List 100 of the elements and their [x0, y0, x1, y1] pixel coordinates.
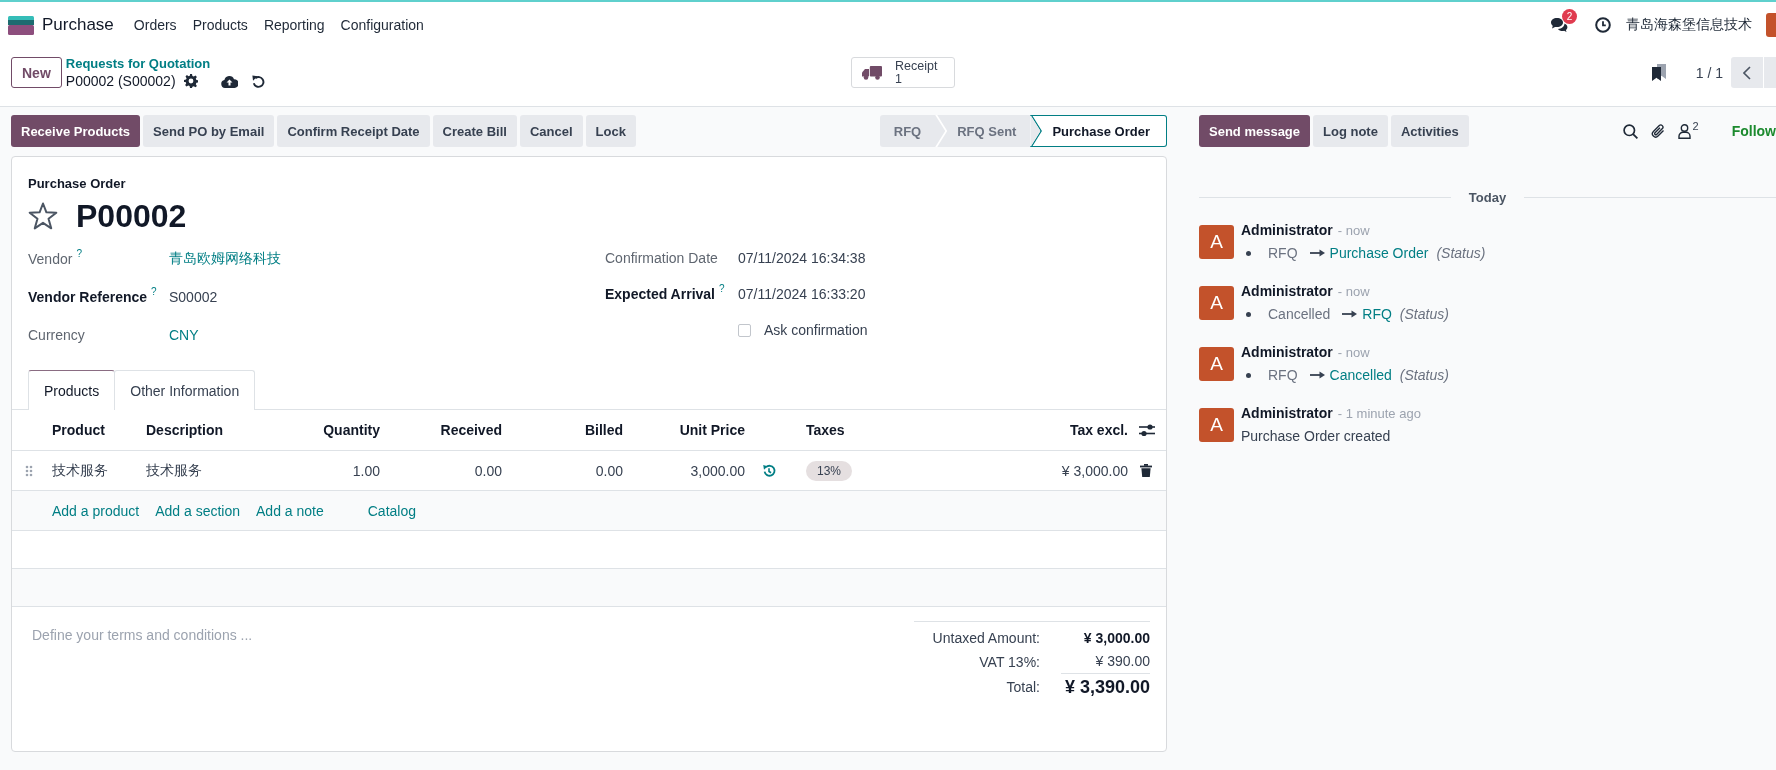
app-name[interactable]: Purchase — [42, 15, 114, 35]
arrow-icon — [1309, 371, 1325, 379]
help-mark[interactable]: ? — [719, 284, 725, 294]
status-stage[interactable]: Purchase Order — [1030, 115, 1167, 147]
status-stage[interactable]: RFQ Sent — [935, 115, 1031, 147]
followers-count[interactable]: 2 — [1692, 120, 1699, 132]
gear-icon[interactable] — [183, 74, 198, 88]
action-button[interactable]: Cancel — [519, 115, 583, 147]
table-cell-text: 1.00 — [351, 462, 380, 479]
bullet-icon — [1246, 311, 1251, 317]
company-name[interactable]: 青岛海森堡信息技术 — [1626, 16, 1752, 34]
action-button[interactable]: Receive Products — [11, 115, 141, 147]
tab[interactable]: Products — [28, 370, 116, 410]
author-avatar[interactable]: A — [1199, 347, 1234, 381]
column-header[interactable]: Received — [380, 422, 502, 438]
menu-item[interactable]: Products — [184, 9, 256, 41]
old-value: Cancelled — [1268, 306, 1331, 322]
checkbox[interactable] — [738, 323, 751, 337]
action-button[interactable]: Confirm Receipt Date — [277, 115, 430, 147]
chatter-button[interactable]: Send message — [1199, 115, 1311, 147]
breadcrumb-link[interactable]: Requests for Quotation — [65, 56, 265, 72]
column-header[interactable]: Quantity — [280, 422, 380, 438]
pager-value[interactable]: 1 / 1 — [1695, 64, 1723, 81]
action-button[interactable]: Send PO by Email — [143, 115, 275, 147]
arrow-icon — [1342, 310, 1358, 318]
input-field[interactable]: 07/11/2024 16:33:20 — [738, 286, 866, 302]
tracked-field-name: (Status) — [1399, 367, 1449, 383]
help-mark[interactable]: ? — [76, 249, 82, 259]
old-value: RFQ — [1268, 245, 1298, 261]
add-line-link[interactable]: Catalog — [367, 502, 416, 519]
add-line-link[interactable]: Add a note — [256, 502, 324, 519]
star-icon[interactable] — [28, 202, 58, 230]
record-title: P00002 — [76, 197, 187, 235]
total-label: Total: — [1005, 678, 1040, 697]
message-count-badge: 2 — [1562, 9, 1577, 24]
chat-icon[interactable] — [1550, 17, 1568, 33]
total-label: Untaxed Amount: — [931, 629, 1040, 648]
action-button[interactable]: Create Bill — [432, 115, 517, 147]
column-header[interactable]: Product — [52, 422, 146, 438]
clock-icon[interactable] — [1595, 17, 1611, 33]
search-icon[interactable] — [1622, 123, 1638, 139]
author-name[interactable]: Administrator — [1241, 283, 1333, 299]
author-avatar[interactable]: A — [1199, 225, 1234, 259]
app-logo-icon[interactable] — [8, 15, 34, 35]
action-button[interactable]: Lock — [585, 115, 636, 147]
new-button[interactable]: New — [11, 57, 62, 88]
follow-button[interactable]: Follow — [1731, 123, 1776, 139]
table-cell-text: 技术服务 — [52, 461, 109, 480]
field-link[interactable]: CNY — [169, 327, 199, 343]
message-time: - now — [1337, 345, 1370, 360]
column-header[interactable]: Billed — [502, 422, 623, 438]
chatter-button[interactable]: Log note — [1313, 115, 1388, 147]
tab[interactable]: Other Information — [114, 370, 256, 410]
sliders-icon[interactable] — [1139, 423, 1155, 437]
field-label: Confirmation Date — [605, 250, 718, 266]
status-stage[interactable]: RFQ — [879, 115, 936, 147]
paperclip-icon[interactable] — [1650, 123, 1665, 139]
form-type-label: Purchase Order — [28, 175, 127, 193]
menu-item[interactable]: Configuration — [332, 9, 432, 41]
receipt-smart-button[interactable]: Receipt 1 — [851, 57, 955, 88]
record-name: P00002 (S00002) — [65, 73, 176, 89]
cloud-upload-icon[interactable] — [220, 74, 238, 88]
author-name[interactable]: Administrator — [1241, 405, 1333, 421]
previous-page-button[interactable] — [1731, 57, 1763, 88]
chatter-button[interactable]: Activities — [1390, 115, 1469, 147]
column-header[interactable]: Unit Price — [623, 422, 745, 438]
new-value: Cancelled — [1329, 367, 1392, 383]
column-header[interactable]: Taxes — [806, 422, 978, 438]
field-label: Currency — [28, 327, 85, 343]
help-mark[interactable]: ? — [151, 287, 157, 297]
message-time: - now — [1337, 223, 1370, 238]
author-avatar[interactable]: A — [1199, 286, 1234, 320]
table-cell-text: 0.00 — [594, 462, 623, 479]
history-icon[interactable] — [762, 463, 776, 478]
followers-icon[interactable] — [1677, 123, 1691, 139]
field-label: Expected Arrival — [605, 286, 715, 302]
bullet-icon — [1246, 372, 1251, 378]
menu-item[interactable]: Reporting — [255, 9, 333, 41]
add-line-link[interactable]: Add a section — [155, 502, 240, 519]
field-link[interactable]: 青岛欧姆网络科技 — [169, 250, 281, 268]
add-line-link[interactable]: Add a product — [52, 502, 140, 519]
total-value: ¥ 3,390.00 — [1063, 676, 1150, 699]
author-avatar[interactable]: A — [1199, 408, 1234, 442]
tracked-field-name: (Status) — [1399, 306, 1449, 322]
menu-item[interactable]: Orders — [125, 9, 185, 41]
author-name[interactable]: Administrator — [1241, 222, 1333, 238]
total-value: ¥ 3,000.00 — [1082, 629, 1150, 648]
bookmark-icon[interactable] — [1651, 64, 1666, 81]
column-header[interactable]: Tax excl. — [978, 422, 1128, 438]
date-separator: Today — [1467, 189, 1508, 205]
drag-handle-icon[interactable] — [25, 464, 33, 477]
trash-icon[interactable] — [1140, 464, 1152, 477]
table-cell-text: ¥ 3,000.00 — [1060, 462, 1128, 479]
input-field[interactable]: S00002 — [169, 289, 218, 305]
column-header[interactable]: Description — [146, 422, 280, 438]
author-name[interactable]: Administrator — [1241, 344, 1333, 360]
checkbox-label[interactable]: Ask confirmation — [764, 322, 868, 338]
table-cell-text: 3,000.00 — [689, 462, 745, 479]
undo-icon[interactable] — [251, 74, 265, 88]
message-time: - 1 minute ago — [1337, 406, 1421, 421]
